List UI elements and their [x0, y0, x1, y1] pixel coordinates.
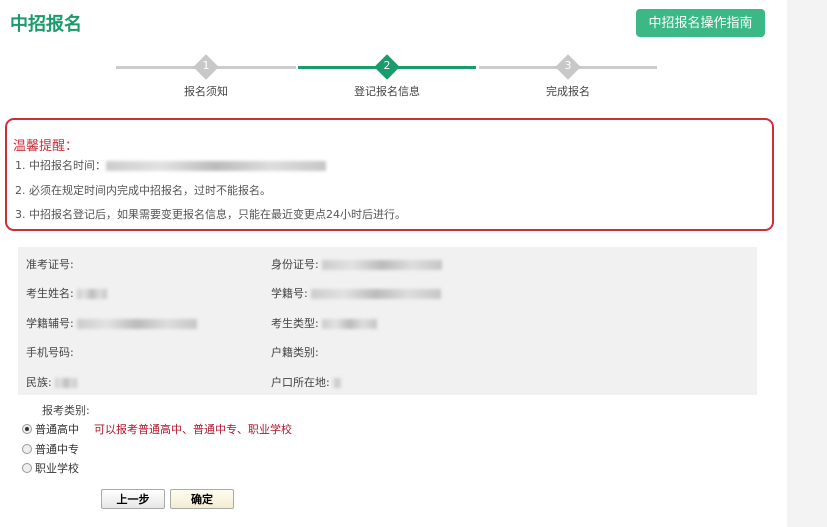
redacted-value	[55, 378, 78, 388]
redacted-value	[311, 289, 442, 299]
redacted-value	[106, 161, 326, 171]
exam-no-label: 准考证号:	[26, 258, 74, 271]
notice-item-1: 1. 中招报名时间：	[15, 159, 106, 172]
step-1-number: 1	[202, 59, 210, 72]
notice-title: 温馨提醒：	[13, 139, 79, 154]
household-type-label: 户籍类别:	[271, 346, 319, 359]
radio-icon[interactable]	[22, 463, 32, 473]
category-label: 报考类别:	[42, 404, 90, 417]
radio-selected-icon[interactable]	[22, 424, 32, 434]
option-label: 普通中专	[35, 443, 79, 456]
option-secondary-vocational[interactable]: 普通中专	[22, 441, 79, 457]
redacted-value	[333, 378, 342, 388]
option-vocational-school[interactable]: 职业学校	[22, 460, 79, 476]
radio-icon[interactable]	[22, 444, 32, 454]
step-2-label: 登记报名信息	[354, 85, 420, 98]
notice-item-3: 3. 中招报名登记后，如果需要变更报名信息，只能在最近变更点24小时后进行。	[15, 208, 406, 221]
id-no-label: 身份证号:	[271, 258, 319, 271]
confirm-button[interactable]: 确定	[170, 489, 234, 509]
redacted-value	[77, 289, 108, 299]
student-no-label: 学籍号:	[271, 287, 308, 300]
right-gutter	[787, 0, 827, 527]
name-label: 考生姓名:	[26, 287, 74, 300]
option-general-high-school[interactable]: 普通高中 可以报考普通高中、普通中专、职业学校	[22, 421, 292, 437]
household-location-label: 户口所在地:	[271, 376, 330, 389]
notice-item-2: 2. 必须在规定时间内完成中招报名，过时不能报名。	[15, 184, 271, 197]
student-type-label: 考生类型:	[271, 317, 319, 330]
redacted-value	[322, 260, 443, 270]
prev-step-button[interactable]: 上一步	[101, 489, 165, 509]
guide-button[interactable]: 中招报名操作指南	[636, 9, 765, 37]
step-3-number: 3	[564, 59, 572, 72]
redacted-value	[77, 319, 198, 329]
ethnicity-label: 民族:	[26, 376, 52, 389]
category-hint: 可以报考普通高中、普通中专、职业学校	[94, 423, 292, 436]
student-aux-no-label: 学籍辅号:	[26, 317, 74, 330]
page-title: 中招报名	[10, 14, 82, 35]
step-2-number: 2	[383, 59, 391, 72]
option-label: 普通高中	[35, 423, 79, 436]
step-1-label: 报名须知	[184, 85, 228, 98]
option-label: 职业学校	[35, 462, 79, 475]
phone-label: 手机号码:	[26, 346, 74, 359]
notice-box: 温馨提醒： 1. 中招报名时间： 2. 必须在规定时间内完成中招报名，过时不能报…	[5, 118, 774, 231]
redacted-value	[322, 319, 378, 329]
student-info-panel: 准考证号: 身份证号: 考生姓名: 学籍号: 学籍辅号: 考生类型: 手机号码:…	[18, 247, 757, 395]
step-3-label: 完成报名	[546, 85, 590, 98]
